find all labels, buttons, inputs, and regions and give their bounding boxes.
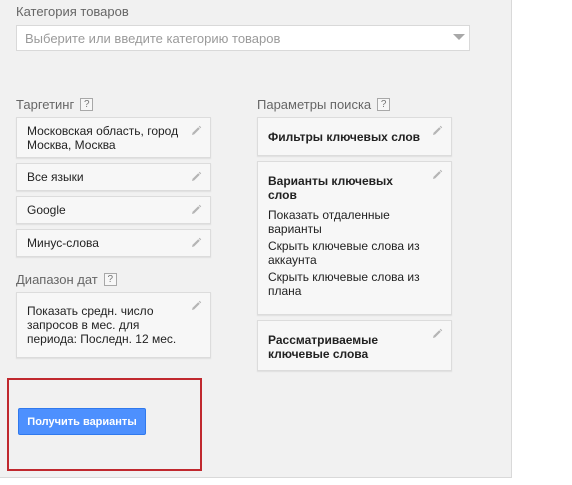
category-label: Категория товаров	[16, 4, 129, 19]
pencil-icon[interactable]	[190, 204, 202, 216]
targeting-help-icon[interactable]: ?	[80, 98, 94, 111]
pencil-icon[interactable]	[190, 300, 202, 312]
keyword-variants-title: Варианты ключевых слов	[268, 174, 393, 202]
targeting-label: Таргетинг ?	[16, 97, 94, 112]
targeting-network-card[interactable]: Google	[16, 196, 211, 224]
targeting-language-card[interactable]: Все языки	[16, 163, 211, 191]
targeting-negative-keywords-card[interactable]: Минус-слова	[16, 229, 211, 257]
targeting-location-text: Московская область, город Москва, Москва	[27, 124, 179, 152]
get-ideas-button[interactable]: Получить варианты	[18, 408, 146, 435]
targeting-location-card[interactable]: Московская область, город Москва, Москва	[16, 117, 211, 158]
keyword-planner-panel: Категория товаров Выберите или введите к…	[0, 0, 512, 478]
keyword-variants-card[interactable]: Варианты ключевых слов Показать отдаленн…	[257, 161, 452, 315]
search-params-label: Параметры поиска ?	[257, 97, 391, 112]
date-range-text: Показать средн. число запросов в мес. дл…	[27, 304, 177, 346]
variants-option-hide-account: Скрыть ключевые слова из аккаунта	[268, 239, 420, 267]
considered-keywords-card[interactable]: Рассматриваемые ключевые слова	[257, 320, 452, 371]
variants-option-distant: Показать отдаленные варианты	[268, 208, 390, 236]
date-range-help-icon[interactable]: ?	[103, 273, 117, 286]
pencil-icon[interactable]	[431, 125, 443, 137]
pencil-icon[interactable]	[190, 125, 202, 137]
category-placeholder: Выберите или введите категорию товаров	[25, 30, 281, 46]
targeting-language-text: Все языки	[27, 170, 84, 184]
date-range-label: Диапазон дат ?	[16, 272, 117, 287]
caret-down-icon[interactable]	[453, 34, 465, 40]
targeting-negative-keywords-text: Минус-слова	[27, 236, 99, 250]
considered-keywords-title: Рассматриваемые ключевые слова	[268, 333, 379, 361]
variants-option-hide-plan: Скрыть ключевые слова из плана	[268, 270, 420, 298]
keyword-filters-card[interactable]: Фильтры ключевых слов	[257, 117, 452, 156]
pencil-icon[interactable]	[431, 328, 443, 340]
keyword-filters-title: Фильтры ключевых слов	[268, 130, 421, 144]
category-select[interactable]: Выберите или введите категорию товаров	[16, 25, 470, 51]
targeting-network-text: Google	[27, 203, 66, 217]
date-range-card[interactable]: Показать средн. число запросов в мес. дл…	[16, 292, 211, 358]
pencil-icon[interactable]	[190, 237, 202, 249]
search-params-help-icon[interactable]: ?	[377, 98, 391, 111]
pencil-icon[interactable]	[190, 171, 202, 183]
pencil-icon[interactable]	[431, 169, 443, 181]
